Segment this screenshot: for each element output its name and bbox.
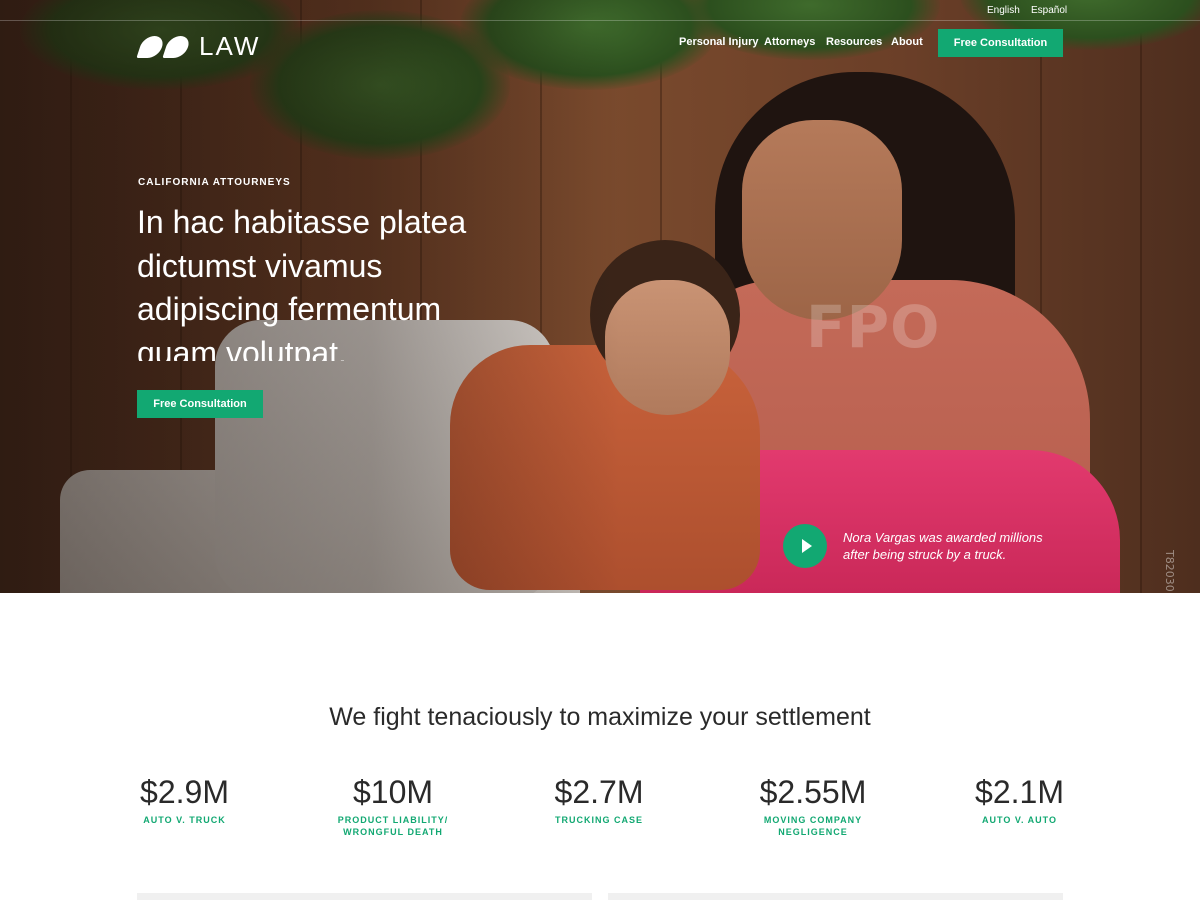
nav-about[interactable]: About (891, 36, 923, 48)
hero-headline: In hac habitasse platea dictumst vivamus… (137, 204, 467, 361)
logo-text: LAW (199, 30, 261, 61)
stat-item: $2.9M AUTO V. TRUCK (137, 772, 232, 826)
stat-label: PRODUCT LIABILITY/ WRONGFUL DEATH (337, 815, 449, 837)
hero-free-consultation-button[interactable]: Free Consultation (137, 390, 263, 418)
play-video-button[interactable] (783, 524, 827, 568)
nav-resources[interactable]: Resources (826, 36, 882, 48)
card-top (137, 893, 592, 900)
stat-item: $2.55M MOVING COMPANY NEGLIGENCE (752, 772, 874, 838)
video-caption: Nora Vargas was awarded millions after b… (843, 530, 1043, 562)
image-code: T820301 (1163, 550, 1176, 593)
nav-free-consultation-button[interactable]: Free Consultation (938, 29, 1063, 57)
stat-item: $10M PRODUCT LIABILITY/ WRONGFUL DEATH (333, 772, 453, 838)
card-top (608, 893, 1063, 900)
logo-mark-icon (136, 34, 193, 58)
stat-item: $2.7M TRUCKING CASE (550, 772, 648, 826)
woman-face (742, 120, 902, 320)
lang-english-link[interactable]: English (987, 5, 1020, 16)
stat-value: $2.7M (554, 774, 644, 810)
stat-label: MOVING COMPANY NEGLIGENCE (763, 815, 863, 837)
nav-attorneys[interactable]: Attorneys (764, 36, 815, 48)
language-bar: English Español (0, 0, 1200, 21)
stat-value: $2.55M (759, 774, 867, 810)
child-face (605, 280, 730, 415)
results-title: We fight tenaciously to maximize your se… (329, 703, 871, 731)
stat-item: $2.1M AUTO V. AUTO (972, 772, 1067, 826)
stat-label: AUTO V. AUTO (981, 815, 1057, 825)
stat-value: $10M (352, 774, 434, 810)
fpo-watermark: FPO (806, 293, 941, 361)
site-logo[interactable]: LAW (136, 30, 261, 61)
lang-spanish-link[interactable]: Español (1031, 5, 1067, 16)
stat-label: TRUCKING CASE (554, 815, 643, 825)
nav-personal-injury[interactable]: Personal Injury (679, 36, 758, 48)
stat-value: $2.1M (975, 774, 1064, 810)
stat-label: AUTO V. TRUCK (143, 815, 226, 825)
stat-value: $2.9M (140, 774, 229, 810)
wood-panel-line (1140, 0, 1142, 593)
play-icon (801, 539, 812, 553)
hero-eyebrow: CALIFORNIA ATTOURNEYS (138, 177, 291, 188)
